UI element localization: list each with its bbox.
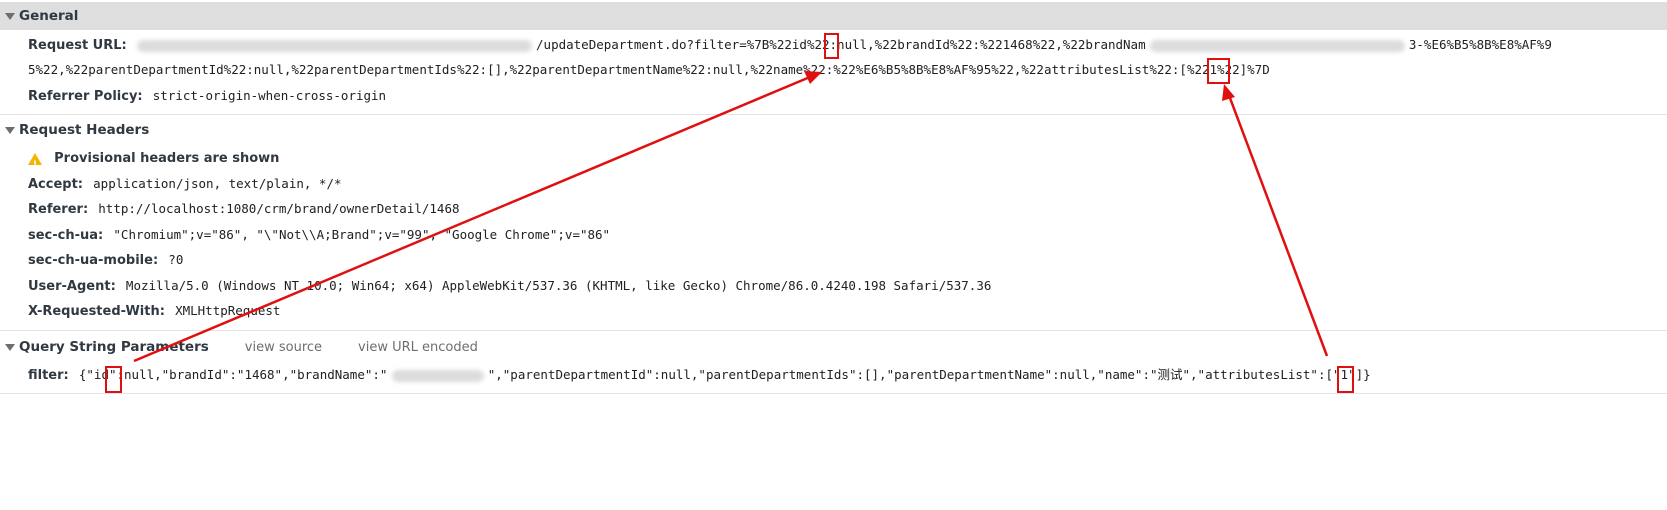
header-row-referer: Referer: http://localhost:1080/crm/brand… (28, 199, 460, 220)
annotation-box-filter-bracket (1337, 366, 1354, 393)
header-key: sec-ch-ua-mobile: (28, 253, 159, 268)
request-headers-section-header[interactable]: Request Headers (0, 116, 1667, 144)
query-string-title: Query String Parameters (19, 339, 209, 355)
header-row-x-requested-with: X-Requested-With: XMLHttpRequest (28, 301, 280, 322)
arrowhead-icon (1222, 84, 1235, 101)
divider (0, 330, 1667, 331)
filter-value-part2: ","parentDepartmentId":null,"parentDepar… (487, 367, 1371, 382)
filter-param-row: filter: {"id":null,"brandId":"1468","bra… (28, 365, 1371, 386)
header-value: http://localhost:1080/crm/brand/ownerDet… (98, 201, 460, 216)
triangle-down-icon (5, 126, 15, 134)
annotation-box-url-bracket (1207, 58, 1230, 84)
header-row-sec-ch-ua: sec-ch-ua: "Chromium";v="86", "\"Not\\A;… (28, 225, 610, 246)
request-url-line1-tail: 3-%E6%B5%8B%E8%AF%9 (1408, 37, 1552, 52)
annotation-box-url-colon (824, 33, 839, 59)
filter-label: filter: (28, 368, 69, 383)
redacted-brand-name (391, 369, 484, 382)
general-section-header[interactable]: General (0, 2, 1667, 30)
header-value: Mozilla/5.0 (Windows NT 10.0; Win64; x64… (125, 278, 992, 293)
filter-value-part1: {"id":null,"brandId":"1468","brandName":… (78, 367, 388, 382)
request-url-line1: /updateDepartment.do?filter=%7B%22id%22:… (536, 37, 1146, 52)
query-string-section-header[interactable]: Query String Parameters view source view… (0, 333, 1667, 361)
header-key: Accept: (28, 177, 84, 192)
divider (0, 393, 1667, 394)
provisional-headers-text: Provisional headers are shown (54, 151, 280, 166)
request-url-row-continued: 5%22,%22parentDepartmentId%22:null,%22pa… (28, 60, 1270, 81)
view-source-link[interactable]: view source (245, 340, 322, 355)
header-value: "Chromium";v="86", "\"Not\\A;Brand";v="9… (113, 227, 611, 242)
header-row-accept: Accept: application/json, text/plain, */… (28, 174, 342, 195)
header-key: X-Requested-With: (28, 304, 165, 319)
triangle-down-icon (5, 12, 15, 20)
referrer-policy-value: strict-origin-when-cross-origin (152, 88, 387, 103)
request-url-label: Request URL: (28, 38, 127, 53)
header-value: XMLHttpRequest (175, 303, 281, 318)
referrer-policy-label: Referrer Policy: (28, 89, 143, 104)
warning-icon: ! (28, 152, 42, 170)
redacted-brand-name (1149, 39, 1405, 52)
request-headers-title: Request Headers (19, 122, 150, 138)
header-row-user-agent: User-Agent: Mozilla/5.0 (Windows NT 10.0… (28, 276, 991, 297)
divider (0, 114, 1667, 115)
header-key: Referer: (28, 202, 89, 217)
request-url-row: Request URL: /updateDepartment.do?filter… (28, 35, 1552, 56)
header-row-sec-ch-ua-mobile: sec-ch-ua-mobile: ?0 (28, 250, 183, 271)
header-key: sec-ch-ua: (28, 228, 104, 243)
referrer-policy-row: Referrer Policy: strict-origin-when-cros… (28, 86, 386, 107)
provisional-headers-row: ! Provisional headers are shown (28, 149, 285, 170)
request-url-line2: 5%22,%22parentDepartmentId%22:null,%22pa… (28, 62, 1270, 77)
annotation-box-filter-colon (105, 366, 122, 393)
view-url-encoded-link[interactable]: view URL encoded (358, 340, 478, 355)
triangle-down-icon (5, 343, 15, 351)
general-title: General (19, 8, 79, 24)
header-value: application/json, text/plain, */* (93, 176, 342, 191)
header-value: ?0 (168, 252, 184, 267)
redacted-host (136, 39, 532, 52)
header-key: User-Agent: (28, 279, 116, 294)
